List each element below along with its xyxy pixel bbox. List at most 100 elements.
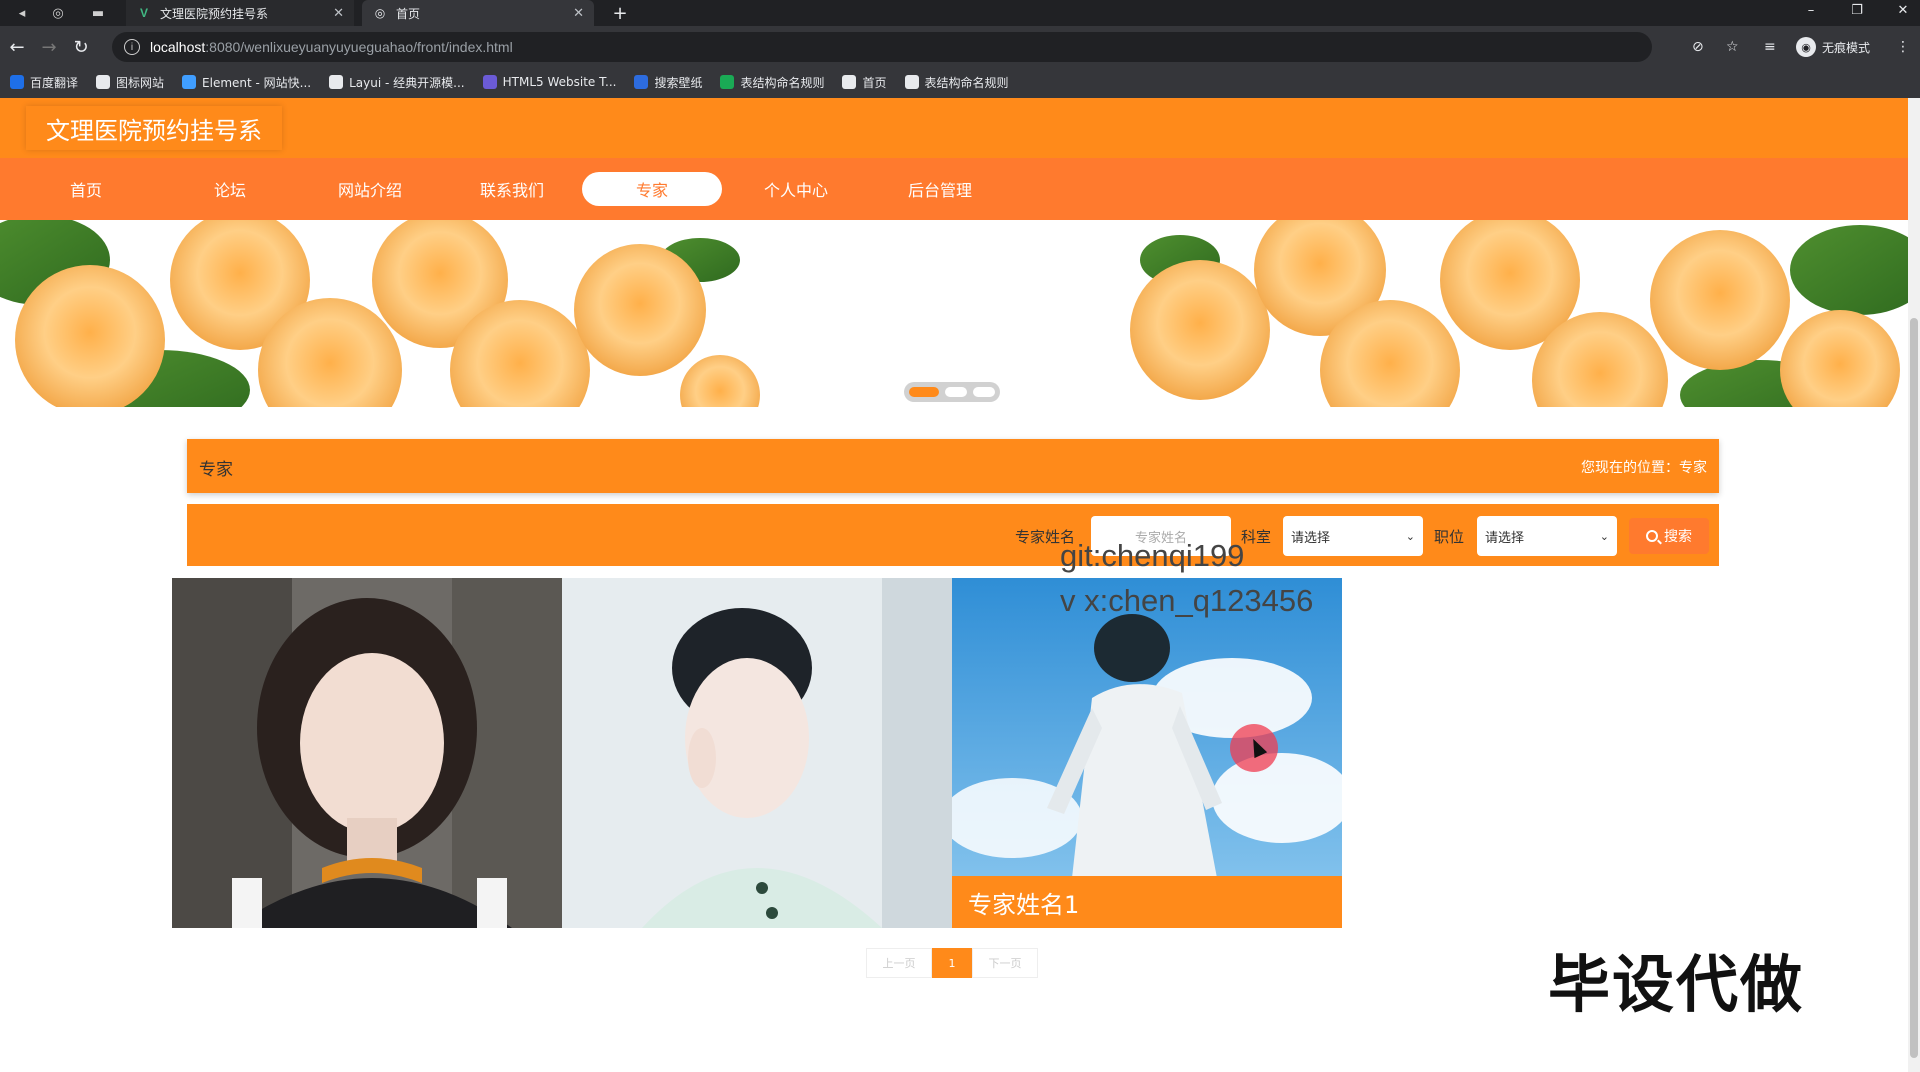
- carousel-dot[interactable]: [973, 387, 995, 397]
- reading-list-icon[interactable]: ≡: [1764, 34, 1776, 60]
- chevron-down-icon: ⌄: [1405, 529, 1415, 543]
- banner-carousel[interactable]: [0, 220, 1908, 407]
- nav-item[interactable]: 联系我们: [442, 172, 582, 206]
- bookmark-item[interactable]: 图标网站: [96, 74, 164, 91]
- search-bar: 专家姓名 专家姓名 科室 请选择 ⌄ 职位 请选择 ⌄ 搜索: [187, 504, 1719, 566]
- url-host: localhost: [150, 39, 206, 55]
- title-value: 请选择: [1485, 530, 1525, 546]
- bookmark-label: 百度翻译: [30, 75, 79, 90]
- minimize-icon[interactable]: –: [1794, 0, 1828, 20]
- nav-item[interactable]: 首页: [16, 172, 156, 206]
- bookmark-label: Layui - 经典开源模...: [349, 75, 465, 90]
- profile-label: 无痕模式: [1822, 40, 1871, 55]
- bookmark-icon: [904, 75, 919, 89]
- bookmark-label: 搜索壁纸: [654, 75, 703, 90]
- expert-card[interactable]: [172, 578, 562, 928]
- bookmark-item[interactable]: 百度翻译: [10, 74, 78, 91]
- page-viewport: 文理医院预约挂号系 首页 论坛 网站介绍 联系我们 专家 个人中心 后台管理 专…: [0, 98, 1908, 1072]
- carousel-indicators: [904, 382, 1000, 402]
- position-label: 您现在的位置：: [1581, 460, 1679, 476]
- bookmark-label: 首页: [862, 75, 887, 90]
- search-button[interactable]: 搜索: [1629, 518, 1709, 554]
- restore-icon[interactable]: ❐: [1840, 0, 1874, 20]
- bookmark-icon: [482, 75, 497, 89]
- dept-value: 请选择: [1291, 530, 1331, 546]
- expert-card[interactable]: [562, 578, 952, 928]
- bookmark-label: 表结构命名规则: [924, 75, 1009, 90]
- bookmark-item[interactable]: 搜索壁纸: [634, 74, 702, 91]
- position-value[interactable]: 专家: [1679, 460, 1707, 476]
- prev-page-button[interactable]: 上一页: [866, 948, 932, 978]
- mute-icon[interactable]: ◂: [8, 0, 36, 26]
- new-tab-button[interactable]: +: [606, 0, 634, 26]
- watermark-line1: git:chenqi199: [1060, 538, 1245, 573]
- site-title[interactable]: 文理医院预约挂号系: [26, 106, 282, 150]
- bookmark-icon: [842, 75, 857, 89]
- chevron-down-icon: ⌄: [1599, 529, 1609, 543]
- bookmark-label: 表结构命名规则: [740, 75, 825, 90]
- nav-item[interactable]: 个人中心: [726, 172, 866, 206]
- eye-off-icon[interactable]: ⊘: [1692, 34, 1704, 60]
- tab-hospital[interactable]: V 文理医院预约挂号系 ✕: [126, 0, 354, 26]
- nav-item[interactable]: 网站介绍: [300, 172, 440, 206]
- nav-item[interactable]: 论坛: [160, 172, 300, 206]
- bookmark-item[interactable]: 表结构命名规则: [904, 74, 1009, 91]
- search-button-label: 搜索: [1664, 529, 1692, 545]
- bookmark-label: HTML5 Website T...: [502, 75, 617, 89]
- expert-card[interactable]: 专家姓名1: [952, 578, 1342, 928]
- globe-icon[interactable]: ◎: [44, 0, 72, 26]
- expert-name: 专家姓名1: [952, 876, 1342, 928]
- breadcrumb-position: 您现在的位置：专家: [1581, 457, 1707, 477]
- forward-icon[interactable]: →: [36, 34, 62, 60]
- window-icon[interactable]: ▬: [84, 0, 112, 26]
- globe-icon: ◎: [374, 6, 386, 20]
- nav-item[interactable]: 后台管理: [870, 172, 1010, 206]
- star-icon[interactable]: ☆: [1726, 34, 1739, 60]
- menu-icon[interactable]: ⋮: [1896, 34, 1910, 60]
- bookmark-icon: [720, 75, 735, 89]
- bookmark-item[interactable]: 首页: [842, 74, 887, 91]
- page-number-button[interactable]: 1: [932, 948, 972, 978]
- tab-bar: ◂ ◎ ▬ V 文理医院预约挂号系 ✕ ◎ 首页 ✕ + – ❐ ✕: [0, 0, 1920, 26]
- bookmark-label: 图标网站: [116, 75, 165, 90]
- page-scrollbar[interactable]: [1908, 98, 1920, 1072]
- expert-cards: 专家姓名1: [172, 578, 1342, 928]
- expert-photo: [562, 578, 952, 928]
- promo-overlay-text: 毕设代做: [1548, 948, 1805, 1021]
- vue-icon: V: [139, 6, 148, 20]
- reload-icon[interactable]: ↻: [68, 34, 94, 60]
- breadcrumb: 专家 您现在的位置：专家: [187, 439, 1719, 493]
- bookmark-item[interactable]: 表结构命名规则: [720, 74, 824, 91]
- expert-photo: [172, 578, 562, 928]
- scrollbar-thumb[interactable]: [1910, 318, 1918, 1058]
- bookmark-icon: [634, 75, 649, 89]
- bookmark-item[interactable]: Element - 网站快...: [182, 74, 311, 91]
- title-label: 职位: [1434, 528, 1465, 546]
- incognito-profile[interactable]: ◉ 无痕模式: [1796, 34, 1870, 60]
- bookmark-icon: [10, 75, 24, 89]
- next-page-button[interactable]: 下一页: [972, 948, 1038, 978]
- dept-label: 科室: [1241, 528, 1272, 546]
- nav-item[interactable]: 专家: [582, 172, 722, 206]
- tab-home[interactable]: ◎ 首页 ✕: [362, 0, 594, 26]
- url-path: :8080/wenlixueyuanyuyueguahao/front/inde…: [205, 39, 513, 55]
- close-icon[interactable]: ✕: [573, 5, 584, 21]
- dept-select[interactable]: 请选择 ⌄: [1283, 516, 1423, 556]
- carousel-dot[interactable]: [945, 387, 967, 397]
- title-select[interactable]: 请选择 ⌄: [1477, 516, 1617, 556]
- bookmark-item[interactable]: HTML5 Website T...: [482, 75, 617, 89]
- back-icon[interactable]: ←: [4, 34, 30, 60]
- roses-banner-image: [0, 220, 1908, 407]
- info-icon[interactable]: i: [124, 39, 140, 55]
- window-close-icon[interactable]: ✕: [1886, 0, 1920, 20]
- bookmark-icon: [182, 75, 197, 89]
- close-icon[interactable]: ✕: [333, 5, 344, 21]
- browser-chrome: ◂ ◎ ▬ V 文理医院预约挂号系 ✕ ◎ 首页 ✕ + – ❐ ✕ ← → ↻…: [0, 0, 1920, 98]
- section-title: 专家: [199, 460, 233, 480]
- site-header: 文理医院预约挂号系: [0, 98, 1908, 158]
- incognito-icon: ◉: [1796, 37, 1816, 57]
- search-icon: [1646, 530, 1658, 542]
- bookmark-item[interactable]: Layui - 经典开源模...: [329, 74, 465, 91]
- carousel-dot[interactable]: [909, 387, 939, 397]
- url-input[interactable]: i localhost:8080/wenlixueyuanyuyueguahao…: [112, 32, 1652, 62]
